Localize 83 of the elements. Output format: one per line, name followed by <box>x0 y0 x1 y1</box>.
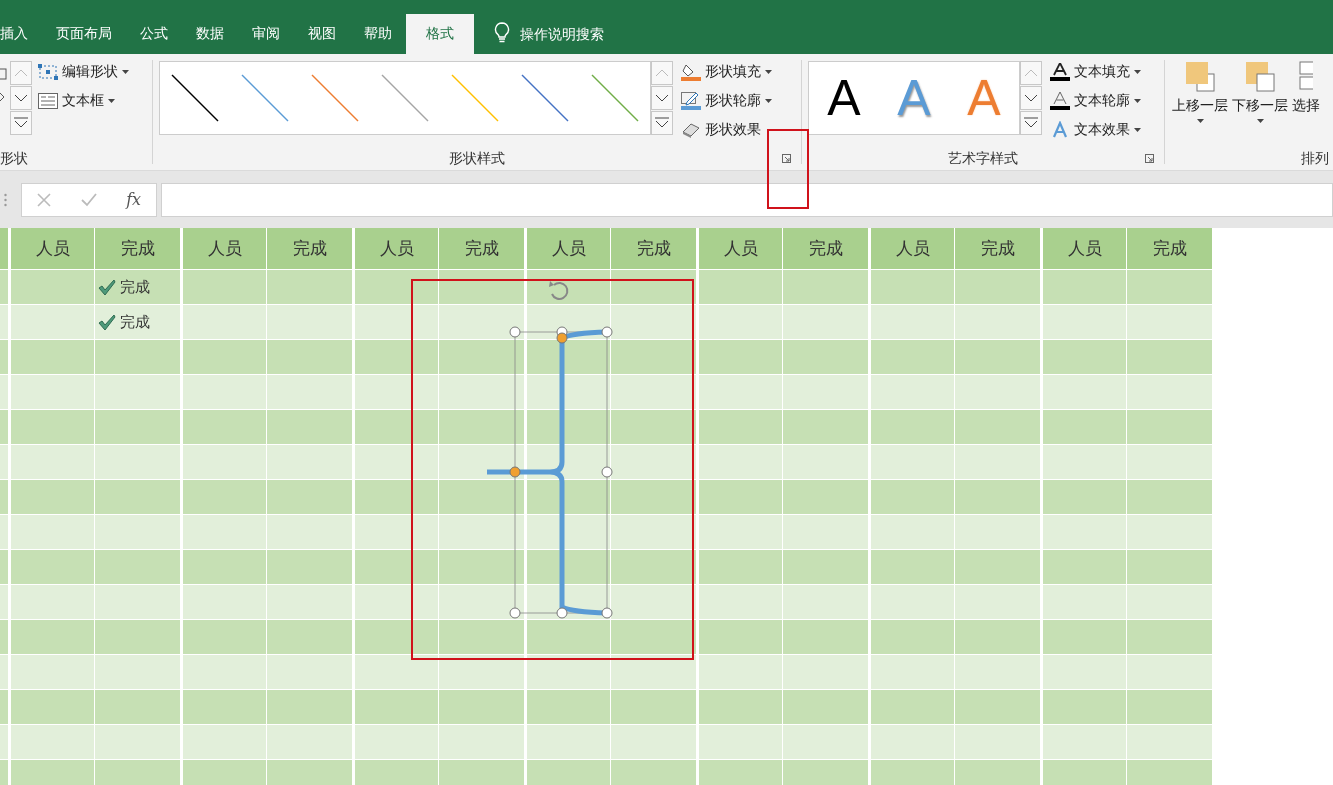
expand-icon <box>13 117 29 129</box>
insert-function-button[interactable]: fx <box>126 190 142 209</box>
ribbon-tab[interactable]: 插入 <box>0 14 42 54</box>
caret-icon <box>1134 99 1141 103</box>
caret-icon <box>1134 128 1141 132</box>
header-cell: 完成 <box>94 228 180 269</box>
ribbon-tab[interactable]: 帮助 <box>350 14 406 54</box>
text-fill-icon <box>1050 63 1070 81</box>
ribbon-button[interactable]: 形状效果 <box>681 119 772 141</box>
line-style-swatch[interactable] <box>591 74 639 122</box>
caret-icon <box>765 70 772 74</box>
enter-check-icon[interactable] <box>80 192 97 207</box>
caret-icon <box>122 70 129 74</box>
edit-points-icon <box>38 64 58 80</box>
bring-forward-icon <box>1185 61 1215 93</box>
more-button[interactable] <box>10 111 32 135</box>
header-cell: 完成 <box>1126 228 1212 269</box>
scroll-down-button[interactable] <box>651 86 673 110</box>
selection-pane-icon <box>1299 61 1313 93</box>
header-cell: 完成 <box>954 228 1040 269</box>
pencil-icon <box>681 92 701 110</box>
ribbon-button[interactable]: 文本填充 <box>1050 61 1141 83</box>
caret-icon <box>1134 70 1141 74</box>
text-outline-icon <box>1050 92 1070 110</box>
header-cell: 完成 <box>266 228 352 269</box>
ribbon-tab[interactable]: 页面布局 <box>42 14 126 54</box>
grip-icon <box>4 192 7 207</box>
line-style-swatch[interactable] <box>311 74 359 122</box>
cancel-icon[interactable] <box>36 192 51 207</box>
ribbon-button[interactable]: 上移一层 <box>1171 61 1229 123</box>
line-style-swatch[interactable] <box>521 74 569 122</box>
ribbon-button[interactable]: 文本效果 <box>1050 119 1141 141</box>
group-label: 形状 <box>0 149 29 168</box>
ribbon-tab[interactable]: 公式 <box>126 14 182 54</box>
expand-icon <box>654 117 670 129</box>
ribbon-button[interactable]: 文本轮廓 <box>1050 90 1141 112</box>
more-button[interactable] <box>651 111 673 135</box>
text-effects-icon <box>1050 121 1070 139</box>
table-cell: 完成 <box>98 312 150 332</box>
paint-bucket-icon <box>681 63 701 81</box>
line-style-swatch[interactable] <box>381 74 429 122</box>
chevron-up-icon <box>13 68 29 78</box>
scroll-down-button[interactable] <box>10 86 32 110</box>
tell-me-search[interactable]: 操作说明搜索 <box>520 14 604 54</box>
scroll-down-button[interactable] <box>1020 86 1042 110</box>
caret-icon <box>108 99 115 103</box>
chevron-down-icon <box>13 93 29 103</box>
ribbon-tab[interactable]: 数据 <box>182 14 238 54</box>
text-box-icon <box>38 93 58 109</box>
caret-icon <box>1256 119 1264 123</box>
group-label: 艺术字样式 <box>948 149 1018 168</box>
chevron-up-icon <box>654 68 670 78</box>
dialog-launcher-icon[interactable] <box>1145 154 1154 163</box>
chevron-down-icon <box>1023 93 1039 103</box>
caret-icon <box>765 99 772 103</box>
chevron-up-icon <box>1023 68 1039 78</box>
ribbon-button[interactable]: 下移一层 <box>1231 61 1289 123</box>
send-backward-icon <box>1245 61 1275 93</box>
formula-input[interactable] <box>161 182 1333 217</box>
line-style-swatch[interactable] <box>241 74 289 122</box>
chevron-down-icon <box>654 93 670 103</box>
shape-effects-icon <box>681 122 701 138</box>
table-cell: 完成 <box>98 277 150 297</box>
expand-icon <box>1023 117 1039 129</box>
ribbon-button[interactable]: 形状填充 <box>681 61 772 83</box>
wordart-sample[interactable]: A <box>827 69 861 127</box>
line-style-swatch[interactable] <box>171 74 219 122</box>
caret-icon <box>1196 119 1204 123</box>
ribbon-tab[interactable]: 审阅 <box>238 14 294 54</box>
header-cell: 完成 <box>782 228 868 269</box>
ribbon-button[interactable]: 形状轮廓 <box>681 90 772 112</box>
lightbulb-icon <box>494 22 510 44</box>
dialog-launcher-icon[interactable] <box>782 154 791 163</box>
group-label: 排列 <box>1300 149 1330 168</box>
ribbon-tab[interactable]: 格式 <box>406 14 474 54</box>
header-cell: 完成 <box>438 228 524 269</box>
group-label: 形状样式 <box>449 149 505 168</box>
header-cell: 完成 <box>610 228 696 269</box>
ribbon-button[interactable]: 文本框 <box>38 90 129 112</box>
ribbon-tab[interactable]: 视图 <box>294 14 350 54</box>
ribbon-button[interactable]: 编辑形状 <box>38 61 129 83</box>
more-button[interactable] <box>1020 111 1042 135</box>
ribbon-button[interactable]: 选择 <box>1291 61 1321 115</box>
